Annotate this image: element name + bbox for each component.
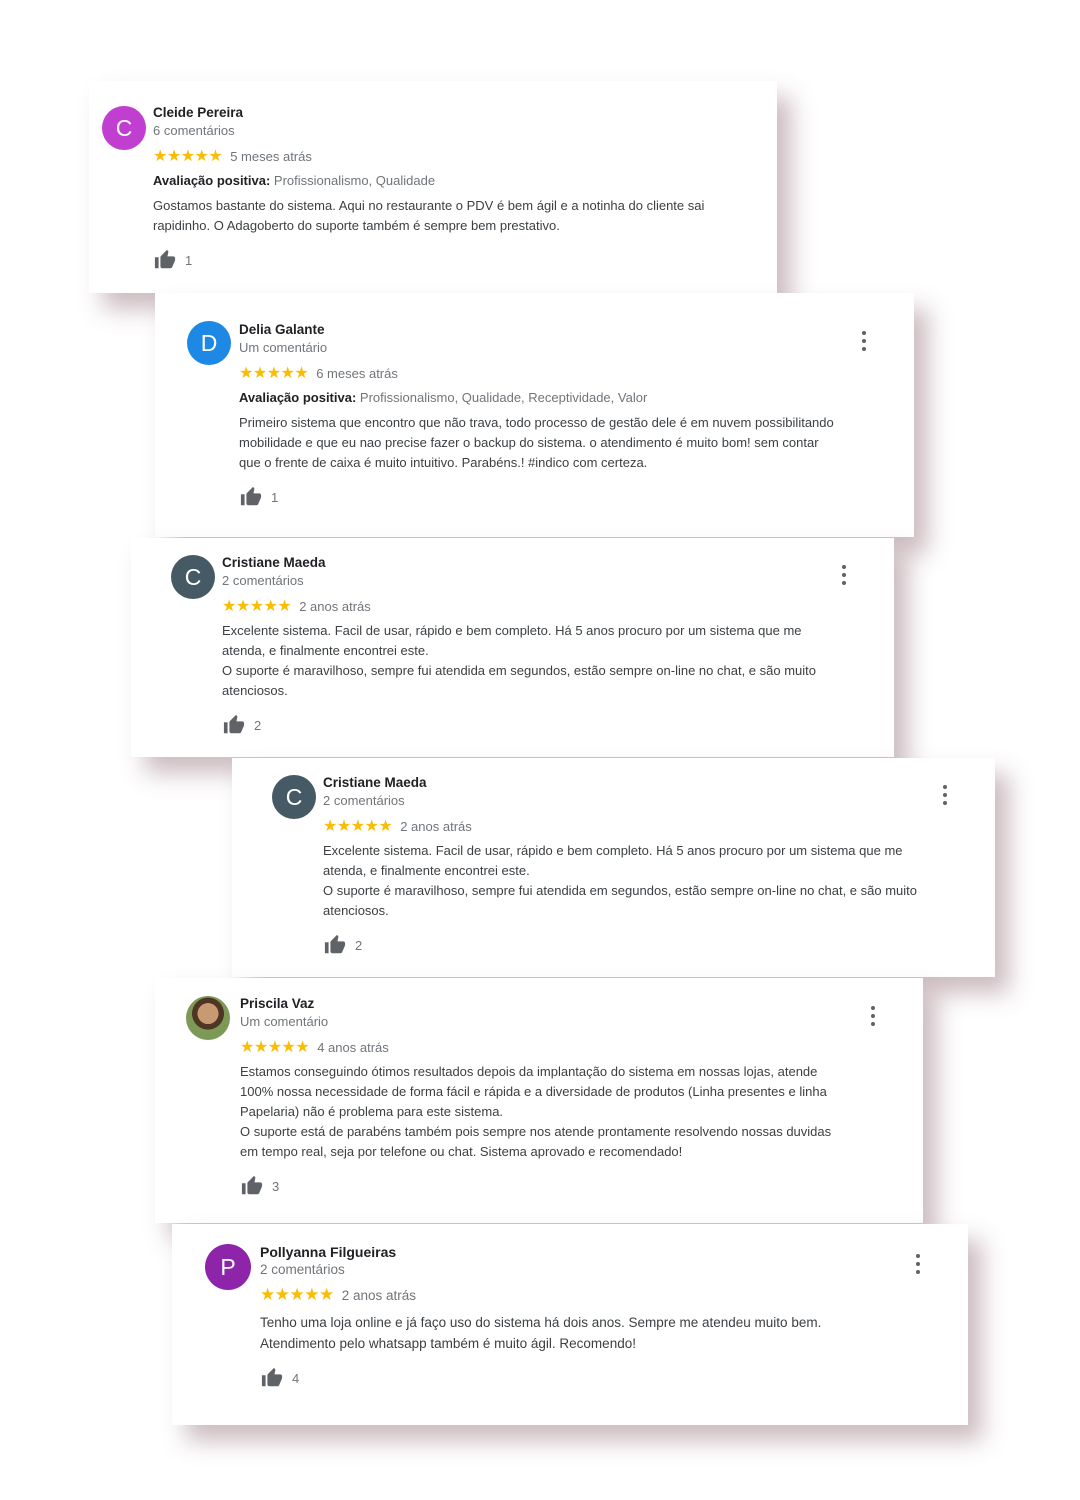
review-card: C Cleide Pereira 6 comentários ★★★★★ 5 m… (89, 81, 777, 293)
star-rating-icon: ★★★★★ (260, 1285, 334, 1304)
review-time: 2 anos atrás (299, 598, 371, 614)
more-vert-icon[interactable] (867, 1006, 879, 1026)
like-button[interactable]: 2 (222, 713, 878, 737)
star-rating-icon: ★★★★★ (323, 818, 393, 835)
review-text: Excelente sistema. Facil de usar, rápido… (323, 843, 917, 918)
reviewer-name[interactable]: Cristiane Maeda (323, 774, 979, 792)
thumbs-up-icon (324, 934, 346, 954)
review-card: C Cristiane Maeda 2 comentários ★★★★★ 2 … (232, 758, 995, 977)
review-card: Priscila Vaz Um comentário ★★★★★ 4 anos … (155, 978, 923, 1223)
review-count: Um comentário (239, 340, 328, 355)
star-rating-icon: ★★★★★ (222, 598, 292, 615)
like-count: 1 (271, 489, 279, 505)
thumbs-up-icon (223, 714, 245, 734)
positive-value: Profissionalismo, Qualidade (273, 173, 436, 188)
avatar[interactable]: D (187, 321, 231, 365)
review-count: 2 comentários (323, 793, 405, 808)
review-count: 2 comentários (222, 573, 304, 588)
star-rating-icon: ★★★★★ (239, 365, 309, 382)
review-time: 5 meses atrás (230, 148, 312, 164)
like-count: 4 (292, 1370, 300, 1386)
review-text: Excelente sistema. Facil de usar, rápido… (222, 623, 816, 698)
like-count: 1 (185, 252, 193, 268)
avatar[interactable]: C (102, 106, 146, 150)
review-text: Primeiro sistema que encontro que não tr… (239, 415, 834, 470)
star-rating-icon: ★★★★★ (153, 148, 223, 165)
avatar[interactable]: C (272, 775, 316, 819)
like-button[interactable]: 1 (153, 248, 761, 272)
more-vert-icon[interactable] (838, 565, 850, 585)
avatar[interactable]: P (205, 1244, 251, 1290)
more-vert-icon[interactable] (858, 331, 870, 351)
thumbs-up-icon (241, 1175, 263, 1195)
review-card: D Delia Galante Um comentário ★★★★★ 6 me… (155, 293, 914, 537)
positive-review-line: Avaliação positiva: Profissionalismo, Qu… (239, 389, 898, 407)
review-count: 6 comentários (153, 123, 235, 138)
review-text: Gostamos bastante do sistema. Aqui no re… (153, 198, 705, 233)
more-vert-icon[interactable] (912, 1254, 924, 1274)
more-vert-icon[interactable] (939, 785, 951, 805)
reviewer-name[interactable]: Cleide Pereira (153, 104, 761, 122)
like-button[interactable]: 1 (239, 485, 898, 509)
thumbs-up-icon (240, 486, 262, 506)
review-count: Um comentário (240, 1014, 329, 1029)
review-time: 2 anos atrás (341, 1287, 416, 1303)
positive-label: Avaliação positiva: (153, 173, 271, 188)
avatar-photo[interactable] (186, 996, 230, 1040)
review-time: 2 anos atrás (400, 818, 472, 834)
avatar[interactable]: C (171, 555, 215, 599)
review-time: 4 anos atrás (317, 1039, 389, 1055)
thumbs-up-icon (261, 1367, 283, 1387)
reviewer-name[interactable]: Cristiane Maeda (222, 554, 878, 572)
review-card: P Pollyanna Filgueiras 2 comentários ★★★… (172, 1224, 968, 1425)
positive-value: Profissionalismo, Qualidade, Receptivida… (359, 390, 648, 405)
positive-review-line: Avaliação positiva: Profissionalismo, Qu… (153, 172, 761, 190)
review-text: Tenho uma loja online e já faço uso do s… (260, 1315, 822, 1351)
review-text: Estamos conseguindo ótimos resultados de… (240, 1064, 832, 1159)
like-count: 2 (355, 937, 363, 953)
reviewer-name[interactable]: Delia Galante (239, 321, 898, 339)
like-button[interactable]: 3 (240, 1174, 907, 1198)
reviewer-name[interactable]: Pollyanna Filgueiras (260, 1243, 952, 1261)
like-count: 2 (254, 717, 262, 733)
reviewer-name[interactable]: Priscila Vaz (240, 995, 907, 1013)
review-time: 6 meses atrás (316, 365, 398, 381)
review-count: 2 comentários (260, 1262, 345, 1277)
thumbs-up-icon (154, 249, 176, 269)
like-button[interactable]: 2 (323, 933, 979, 957)
like-button[interactable]: 4 (260, 1366, 952, 1390)
like-count: 3 (272, 1178, 280, 1194)
positive-label: Avaliação positiva: (239, 390, 357, 405)
star-rating-icon: ★★★★★ (240, 1039, 310, 1056)
review-card: C Cristiane Maeda 2 comentários ★★★★★ 2 … (131, 538, 894, 757)
